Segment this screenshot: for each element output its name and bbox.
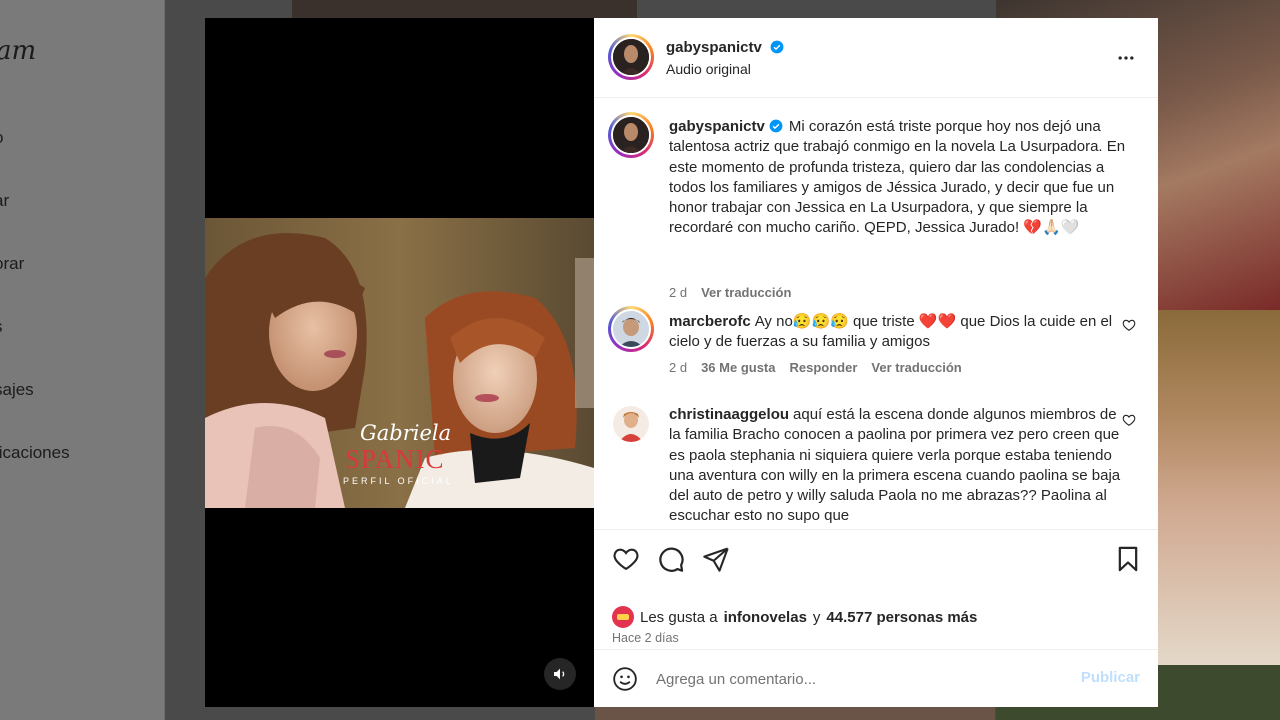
comment-likes-count[interactable]: 36 Me gusta	[701, 360, 775, 375]
heart-icon	[613, 548, 639, 571]
background-nav-item: s	[0, 317, 3, 337]
translate-link[interactable]: Ver traducción	[871, 360, 961, 375]
add-comment-bar: Publicar	[594, 649, 1158, 707]
background-nav-item: o	[0, 128, 3, 148]
comment-meta: 2 d 36 Me gusta Responder Ver traducción	[669, 360, 962, 375]
video-still-image: Gabriela SPANIC PERFIL OFICIAL	[205, 218, 594, 508]
video-frame: Gabriela SPANIC PERFIL OFICIAL	[205, 218, 594, 508]
liker-username[interactable]: infonovelas	[724, 609, 807, 626]
caption-body: Mi corazón está triste porque hoy nos de…	[669, 118, 1126, 237]
background-logo: am	[0, 36, 37, 66]
post-timestamp[interactable]: Hace 2 días	[612, 631, 679, 645]
video-overlay-script-name: Gabriela	[360, 421, 451, 445]
caption-avatar[interactable]	[608, 112, 654, 158]
likes-summary: Les gusta a infonovelas y 44.577 persona…	[612, 606, 977, 628]
more-options-button[interactable]	[1116, 48, 1136, 73]
audio-toggle-button[interactable]	[544, 658, 576, 690]
emoji-button[interactable]	[612, 666, 638, 697]
comment-body: aquí está la escena donde algunos miembr…	[669, 406, 1121, 525]
author-name-row: gabyspanictv	[666, 39, 784, 57]
background-tile	[292, 0, 637, 18]
background-nav-item: ar	[0, 191, 10, 210]
heart-icon	[1122, 319, 1136, 331]
paper-plane-icon	[703, 547, 729, 572]
background-nav-item: sajes	[0, 380, 34, 399]
comment-like-button[interactable]	[1122, 318, 1136, 337]
comment-username[interactable]: marcberofc	[669, 313, 751, 330]
post-detail-panel: gabyspanictv Audio original gabyspanictv…	[594, 18, 1158, 707]
commenter-avatar-image	[613, 406, 649, 442]
reply-link[interactable]: Responder	[790, 360, 858, 375]
caption-text: gabyspanictv Mi corazón está triste porqu…	[669, 117, 1129, 239]
background-sidebar: am o ar orar s sajes ficaciones r	[0, 0, 165, 720]
likes-count[interactable]: 44.577 personas más	[826, 609, 977, 626]
comment-username[interactable]: christinaaggelou	[669, 406, 789, 423]
audio-original-link[interactable]: Audio original	[666, 61, 751, 77]
caption-time: 2 d	[669, 285, 688, 300]
likes-prefix: Les gusta a	[640, 608, 718, 626]
video-overlay-tagline: PERFIL OFICIAL	[343, 476, 454, 486]
post-video[interactable]: Gabriela SPANIC PERFIL OFICIAL	[205, 18, 594, 707]
post-header: gabyspanictv Audio original	[594, 18, 1158, 98]
comment-time: 2 d	[669, 360, 688, 375]
comment-input[interactable]	[656, 664, 1056, 694]
liker-avatar[interactable]	[612, 606, 634, 628]
comment-like-button[interactable]	[1122, 413, 1136, 432]
caption-avatar-image	[613, 117, 649, 153]
post-actions: Les gusta a infonovelas y 44.577 persona…	[594, 529, 1158, 649]
speaker-icon	[554, 668, 565, 680]
publish-button[interactable]: Publicar	[1081, 669, 1140, 686]
author-username[interactable]: gabyspanictv	[666, 39, 762, 56]
background-nav-item: ficaciones	[0, 443, 70, 462]
commenter-avatar-image	[613, 311, 649, 347]
author-avatar-image	[613, 39, 649, 75]
smiley-icon	[613, 667, 637, 691]
share-button[interactable]	[702, 545, 730, 578]
background-nav-item: orar	[0, 254, 25, 273]
comment-text: christinaaggelou aquí está la escena dond…	[669, 405, 1129, 527]
heart-icon	[1122, 414, 1136, 426]
verified-badge-icon	[769, 119, 783, 133]
author-avatar[interactable]	[608, 34, 654, 80]
commenter-avatar[interactable]	[608, 306, 654, 352]
likes-conjunction: y	[812, 608, 821, 626]
caption-meta: 2 d Ver traducción	[669, 285, 791, 300]
caption-username[interactable]: gabyspanictv	[669, 118, 765, 135]
like-button[interactable]	[612, 545, 640, 578]
comments-list[interactable]: gabyspanictv Mi corazón está triste porqu…	[594, 99, 1158, 529]
liker-avatar-image	[617, 614, 629, 620]
more-icon	[1118, 56, 1134, 60]
speech-bubble-icon	[659, 547, 684, 572]
save-button[interactable]	[1114, 545, 1142, 578]
comment-text: marcberofc Ay no😥😥😥 que triste ❤️❤️ que D…	[669, 312, 1129, 353]
background-tile	[1155, 310, 1280, 665]
translate-link[interactable]: Ver traducción	[701, 285, 791, 300]
commenter-avatar[interactable]	[613, 406, 649, 442]
bookmark-icon	[1118, 546, 1138, 572]
verified-badge-icon	[770, 40, 784, 54]
comment-button[interactable]	[657, 545, 685, 578]
video-overlay-brand: SPANIC	[345, 444, 445, 474]
